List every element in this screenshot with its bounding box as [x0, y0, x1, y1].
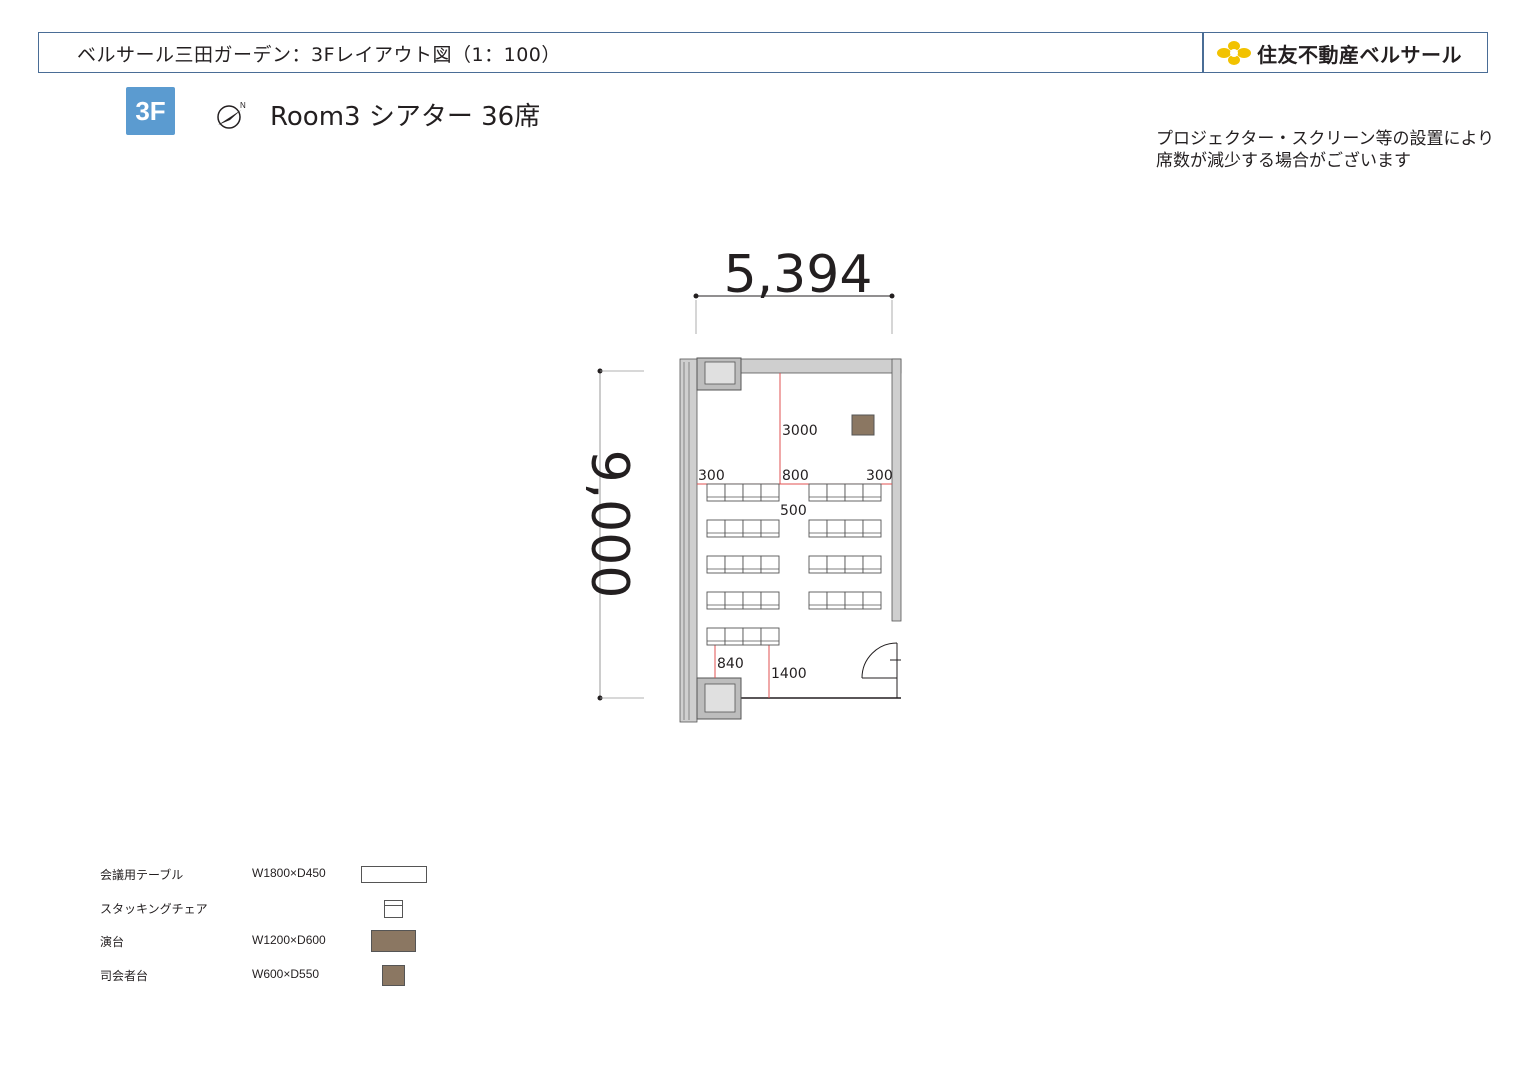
chair — [844, 591, 864, 610]
chair — [808, 555, 828, 574]
chair — [826, 555, 846, 574]
chair — [706, 483, 726, 502]
height-dimension-label: 9,000 — [579, 450, 639, 599]
chair — [808, 519, 828, 538]
column-top-inner — [704, 361, 736, 385]
legend-label: スタッキングチェア — [100, 902, 208, 916]
chair — [724, 555, 744, 574]
chair — [826, 591, 846, 610]
chair — [862, 591, 882, 610]
legend-size: W1200×D600 — [252, 933, 326, 947]
chair — [862, 483, 882, 502]
chair — [706, 627, 726, 646]
chair — [862, 555, 882, 574]
chair — [724, 627, 744, 646]
chair — [826, 519, 846, 538]
legend-size: W1800×D450 — [252, 866, 326, 880]
chair — [808, 483, 828, 502]
chair — [862, 519, 882, 538]
dim-1400-label: 1400 — [771, 666, 807, 682]
dim-840-label: 840 — [717, 656, 744, 672]
legend-size: W600×D550 — [252, 967, 320, 981]
dim-800-label: 800 — [782, 468, 809, 484]
chair — [826, 483, 846, 502]
dim-300-right-label: 300 — [866, 468, 893, 484]
chair — [760, 555, 780, 574]
chair — [724, 591, 744, 610]
legend-swatch-mc-stand — [382, 965, 405, 986]
chair — [724, 483, 744, 502]
chair — [742, 591, 762, 610]
legend-label: 司会者台 — [100, 969, 149, 983]
chair — [844, 519, 864, 538]
width-dim-dot-left — [693, 293, 699, 299]
legend-label: 演台 — [100, 935, 125, 949]
chair — [760, 591, 780, 610]
mc-stand — [851, 414, 875, 436]
chair — [760, 483, 780, 502]
legend-row-table: 会議用テーブル W1800×D450 — [100, 866, 440, 886]
legend-row-chair: スタッキングチェア — [100, 900, 440, 920]
width-dim-dot-right — [889, 293, 895, 299]
chair — [742, 483, 762, 502]
dim-3000-label: 3000 — [782, 423, 818, 439]
legend-swatch-table — [361, 866, 427, 883]
chair — [742, 627, 762, 646]
legend-row-mc-stand: 司会者台 W600×D550 — [100, 965, 440, 987]
chair — [844, 555, 864, 574]
chair — [760, 519, 780, 538]
chair — [742, 519, 762, 538]
chair — [742, 555, 762, 574]
left-wall — [679, 358, 698, 723]
dim-500-label: 500 — [780, 503, 807, 519]
chair — [706, 519, 726, 538]
chair — [706, 591, 726, 610]
legend-swatch-chair — [384, 900, 403, 918]
chair — [760, 627, 780, 646]
column-bottom-inner — [704, 683, 736, 713]
legend-swatch-podium — [371, 930, 416, 952]
chair — [706, 555, 726, 574]
chair — [724, 519, 744, 538]
chair — [808, 591, 828, 610]
dim-300-left-label: 300 — [698, 468, 725, 484]
chair — [844, 483, 864, 502]
right-wall — [891, 358, 902, 622]
legend-label: 会議用テーブル — [100, 868, 184, 882]
legend-row-podium: 演台 W1200×D600 — [100, 930, 440, 953]
